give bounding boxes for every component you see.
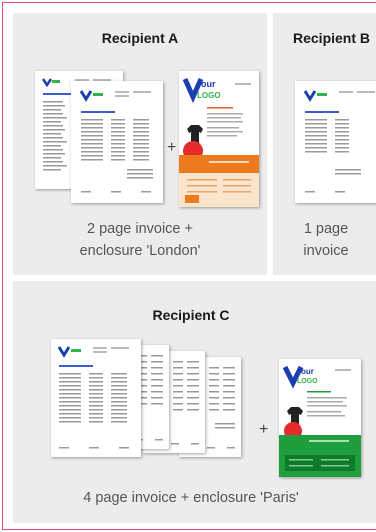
- recipient-a-panel: Recipient A + our LOGO 2 page invoice + …: [13, 13, 267, 275]
- page-frame: Recipient A + our LOGO 2 page invoice + …: [2, 2, 376, 530]
- recipient-b-caption-line1: 1 page: [303, 221, 349, 237]
- enclosure-paris: our LOGO: [279, 359, 361, 477]
- recipient-b-title: Recipient B: [293, 30, 371, 46]
- recipient-a-caption-line1: 2 page invoice +: [86, 221, 193, 237]
- invoice-page-icon: [57, 346, 129, 449]
- recipient-c-title: Recipient C: [152, 307, 230, 323]
- plus-sign: +: [259, 421, 269, 438]
- invoice-page-1: [51, 339, 141, 457]
- recipient-c-panel: Recipient C + our LOGO 4 page invoice + …: [13, 281, 376, 523]
- recipient-b-caption-line2: invoice: [303, 243, 349, 259]
- logo-line1: our: [201, 79, 216, 89]
- logo-line2: LOGO: [197, 91, 221, 100]
- recipient-c-caption: 4 page invoice + enclosure 'Paris': [83, 490, 299, 506]
- plus-sign: +: [167, 139, 177, 156]
- recipient-a-caption-line2: enclosure 'London': [79, 243, 201, 259]
- enclosure-london: our LOGO: [179, 71, 259, 207]
- logo-line2: LOGO: [297, 378, 318, 385]
- enclosure-paris-icon: our LOGO: [279, 365, 361, 477]
- invoice-page-2: [71, 81, 163, 203]
- enclosure-london-icon: our LOGO: [179, 77, 259, 207]
- recipient-a-title: Recipient A: [101, 30, 179, 46]
- invoice-page-icon: [303, 90, 375, 193]
- logo-line1: our: [301, 367, 314, 376]
- invoice-page-1: [295, 81, 376, 203]
- recipient-b-panel: Recipient B 1 page invoice: [273, 13, 376, 275]
- invoice-page-icon: [79, 90, 153, 193]
